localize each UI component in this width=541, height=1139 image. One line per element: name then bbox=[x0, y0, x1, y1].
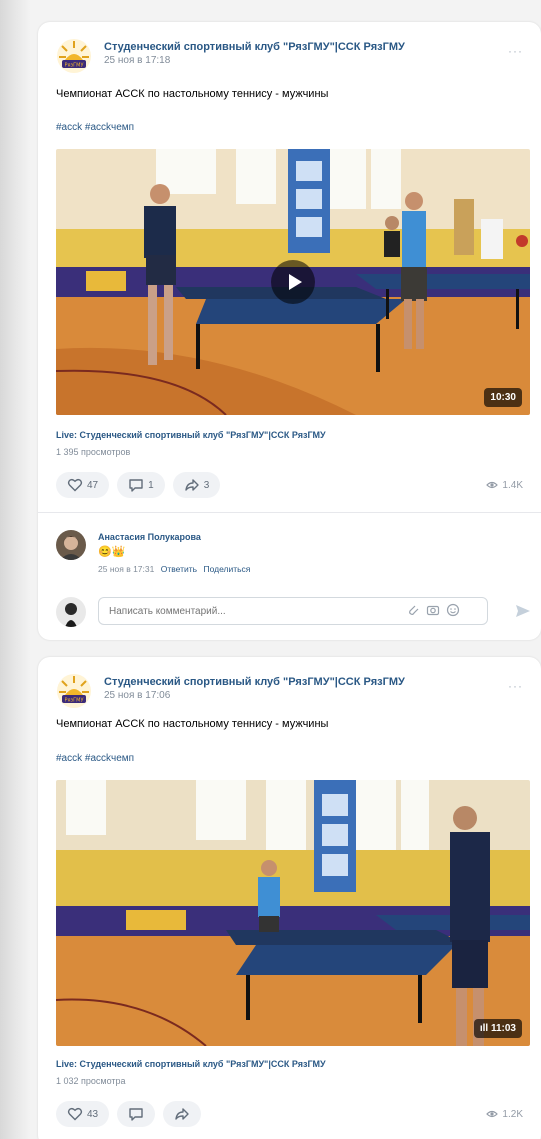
play-icon bbox=[288, 274, 302, 290]
share-count: 3 bbox=[203, 479, 210, 491]
comment-item: Анастасия Полукарова 😊👑 25 ноя в 17:31 О… bbox=[56, 530, 250, 574]
post-actions: 47 1 3 bbox=[56, 472, 221, 498]
comment-icon bbox=[129, 479, 143, 492]
heart-icon bbox=[67, 478, 83, 492]
club-logo-icon[interactable]: РязГМУ bbox=[56, 673, 92, 709]
video-duration: ıll 11:03 bbox=[473, 1019, 522, 1038]
more-options-icon[interactable]: ··· bbox=[508, 44, 523, 58]
post-card: РязГМУ Студенческий спортивный клуб "Ряз… bbox=[38, 22, 541, 640]
live-bars-icon: ıll bbox=[479, 1023, 491, 1034]
like-count: 43 bbox=[87, 1108, 99, 1120]
send-icon bbox=[516, 605, 530, 617]
play-button[interactable] bbox=[271, 260, 315, 304]
eye-icon bbox=[486, 481, 499, 489]
attach-icon[interactable] bbox=[406, 603, 420, 617]
comment-count: 1 bbox=[148, 479, 154, 491]
comment-date[interactable]: 25 ноя в 17:31 bbox=[98, 564, 154, 574]
post-date-link[interactable]: 25 ноя в 17:06 bbox=[104, 690, 405, 701]
video-title-link[interactable]: Live: Студенческий спортивный клуб "РязГ… bbox=[56, 1059, 326, 1069]
video-duration-value: 11:03 bbox=[490, 1023, 516, 1034]
post-text: Чемпионат АССК по настольному теннису - … bbox=[56, 718, 329, 730]
post-author-link[interactable]: Студенческий спортивный клуб "РязГМУ"|СС… bbox=[104, 41, 405, 53]
comment-icon bbox=[129, 1108, 143, 1121]
like-button[interactable]: 43 bbox=[56, 1101, 110, 1127]
send-button[interactable] bbox=[514, 602, 532, 625]
divider bbox=[38, 512, 541, 513]
share-icon bbox=[175, 1108, 189, 1120]
eye-icon bbox=[486, 1110, 499, 1118]
video-views: 1 032 просмотра bbox=[56, 1076, 126, 1086]
video-thumbnail bbox=[56, 780, 530, 1046]
post-date-link[interactable]: 25 ноя в 17:18 bbox=[104, 55, 405, 66]
like-button[interactable]: 47 bbox=[56, 472, 110, 498]
post-actions: 43 bbox=[56, 1101, 202, 1127]
video-player[interactable]: ıll 11:03 bbox=[56, 780, 530, 1046]
post-hashtags[interactable]: #ассk #ассkчемп bbox=[56, 753, 134, 764]
video-views: 1 395 просмотров bbox=[56, 447, 131, 457]
club-logo-icon[interactable]: РязГМУ bbox=[56, 38, 92, 74]
emoji-icon[interactable] bbox=[446, 603, 460, 617]
comment-button[interactable]: 1 bbox=[117, 472, 165, 498]
post-hashtags[interactable]: #ассk #ассkчемп bbox=[56, 122, 134, 133]
post-header: РязГМУ Студенческий спортивный клуб "Ряз… bbox=[56, 38, 405, 74]
svg-text:РязГМУ: РязГМУ bbox=[64, 63, 83, 69]
post-card: РязГМУ Студенческий спортивный клуб "Ряз… bbox=[38, 657, 541, 1139]
post-author-link[interactable]: Студенческий спортивный клуб "РязГМУ"|СС… bbox=[104, 676, 405, 688]
share-button[interactable] bbox=[163, 1101, 202, 1127]
user-avatar[interactable] bbox=[56, 597, 86, 627]
view-count-value: 1.2K bbox=[502, 1108, 523, 1120]
commenter-avatar[interactable] bbox=[56, 530, 86, 560]
post-view-count: 1.4K bbox=[486, 479, 523, 491]
camera-icon[interactable] bbox=[426, 603, 440, 617]
heart-icon bbox=[67, 1107, 83, 1121]
share-comment-link[interactable]: Поделиться bbox=[203, 564, 250, 574]
video-duration: 10:30 bbox=[484, 388, 522, 407]
like-count: 47 bbox=[87, 479, 99, 491]
comment-text: 😊👑 bbox=[98, 546, 126, 558]
post-view-count: 1.2K bbox=[486, 1108, 523, 1120]
reply-link[interactable]: Ответить bbox=[161, 564, 197, 574]
share-button[interactable]: 3 bbox=[172, 472, 221, 498]
feed-page: РязГМУ Студенческий спортивный клуб "Ряз… bbox=[0, 0, 541, 1139]
more-options-icon[interactable]: ··· bbox=[508, 679, 523, 693]
post-text: Чемпионат АССК по настольному теннису - … bbox=[56, 88, 329, 100]
post-header: РязГМУ Студенческий спортивный клуб "Ряз… bbox=[56, 673, 405, 709]
svg-text:РязГМУ: РязГМУ bbox=[64, 698, 83, 704]
video-title-link[interactable]: Live: Студенческий спортивный клуб "РязГ… bbox=[56, 430, 326, 440]
share-icon bbox=[184, 479, 199, 491]
video-player[interactable]: 10:30 bbox=[56, 149, 530, 415]
view-count-value: 1.4K bbox=[502, 479, 523, 491]
comment-author-link[interactable]: Анастасия Полукарова bbox=[98, 532, 250, 542]
comment-compose bbox=[56, 597, 530, 627]
compose-tools bbox=[406, 603, 460, 617]
comment-button[interactable] bbox=[117, 1101, 156, 1127]
